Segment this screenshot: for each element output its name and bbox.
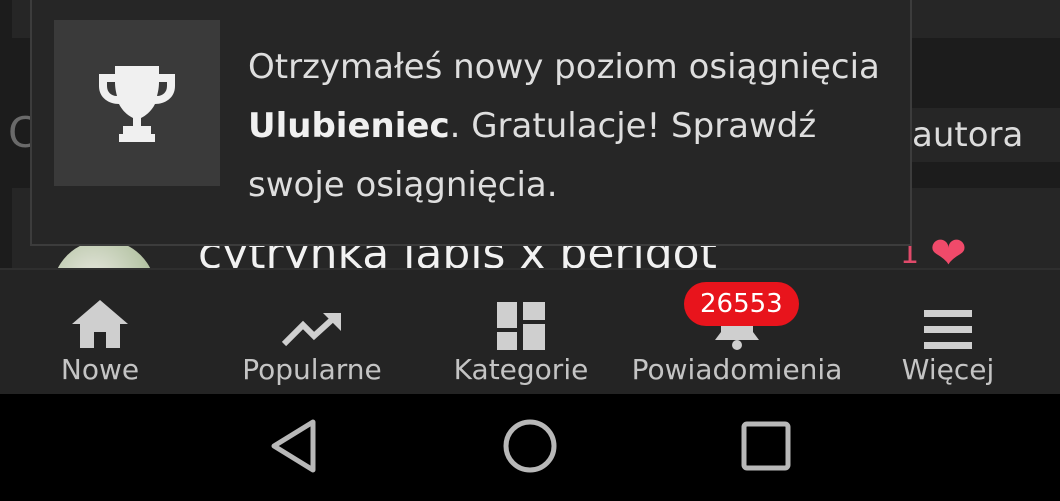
toast-message-text: Otrzymałeś nowy poziom osiągnięcia — [248, 47, 880, 87]
trophy-icon — [99, 66, 175, 142]
menu-icon — [924, 310, 972, 349]
bottom-navigation: Nowe Popularne Kategorie Powiadomienia 2… — [0, 268, 1060, 394]
home-circle-icon — [503, 419, 557, 473]
nav-item-nowe[interactable]: Nowe — [40, 270, 160, 396]
nav-item-wiecej[interactable]: Więcej — [888, 270, 1008, 396]
recents-button[interactable] — [736, 416, 796, 476]
nav-item-popularne[interactable]: Popularne — [232, 270, 392, 396]
nav-item-kategorie[interactable]: Kategorie — [446, 270, 596, 396]
nav-label-nowe: Nowe — [60, 353, 140, 386]
back-triangle-icon — [271, 419, 316, 473]
back-button[interactable] — [264, 416, 324, 476]
toast-message: Otrzymałeś nowy poziom osiągnięcia Ulubi… — [248, 38, 898, 215]
author-button[interactable]: autora — [902, 108, 1060, 162]
nav-label-powiadomienia: Powiadomienia — [631, 353, 843, 386]
achievement-name: Ulubieniec — [248, 106, 450, 146]
nav-label-popularne: Popularne — [242, 353, 382, 386]
trophy-icon-box — [54, 20, 220, 186]
trending-icon — [281, 313, 341, 347]
achievement-toast[interactable]: Otrzymałeś nowy poziom osiągnięcia Ulubi… — [30, 0, 912, 246]
nav-label-wiecej: Więcej — [901, 353, 995, 386]
home-button[interactable] — [500, 416, 560, 476]
nav-label-kategorie: Kategorie — [453, 353, 589, 386]
system-navigation-bar — [0, 394, 1060, 501]
nav-item-powiadomienia[interactable]: Powiadomienia 26553 — [626, 270, 848, 396]
notification-count-badge: 26553 — [684, 282, 799, 326]
heart-icon[interactable]: ❤ — [930, 228, 967, 268]
dashboard-icon — [497, 302, 545, 350]
home-icon — [72, 300, 128, 348]
recents-square-icon — [741, 421, 791, 471]
